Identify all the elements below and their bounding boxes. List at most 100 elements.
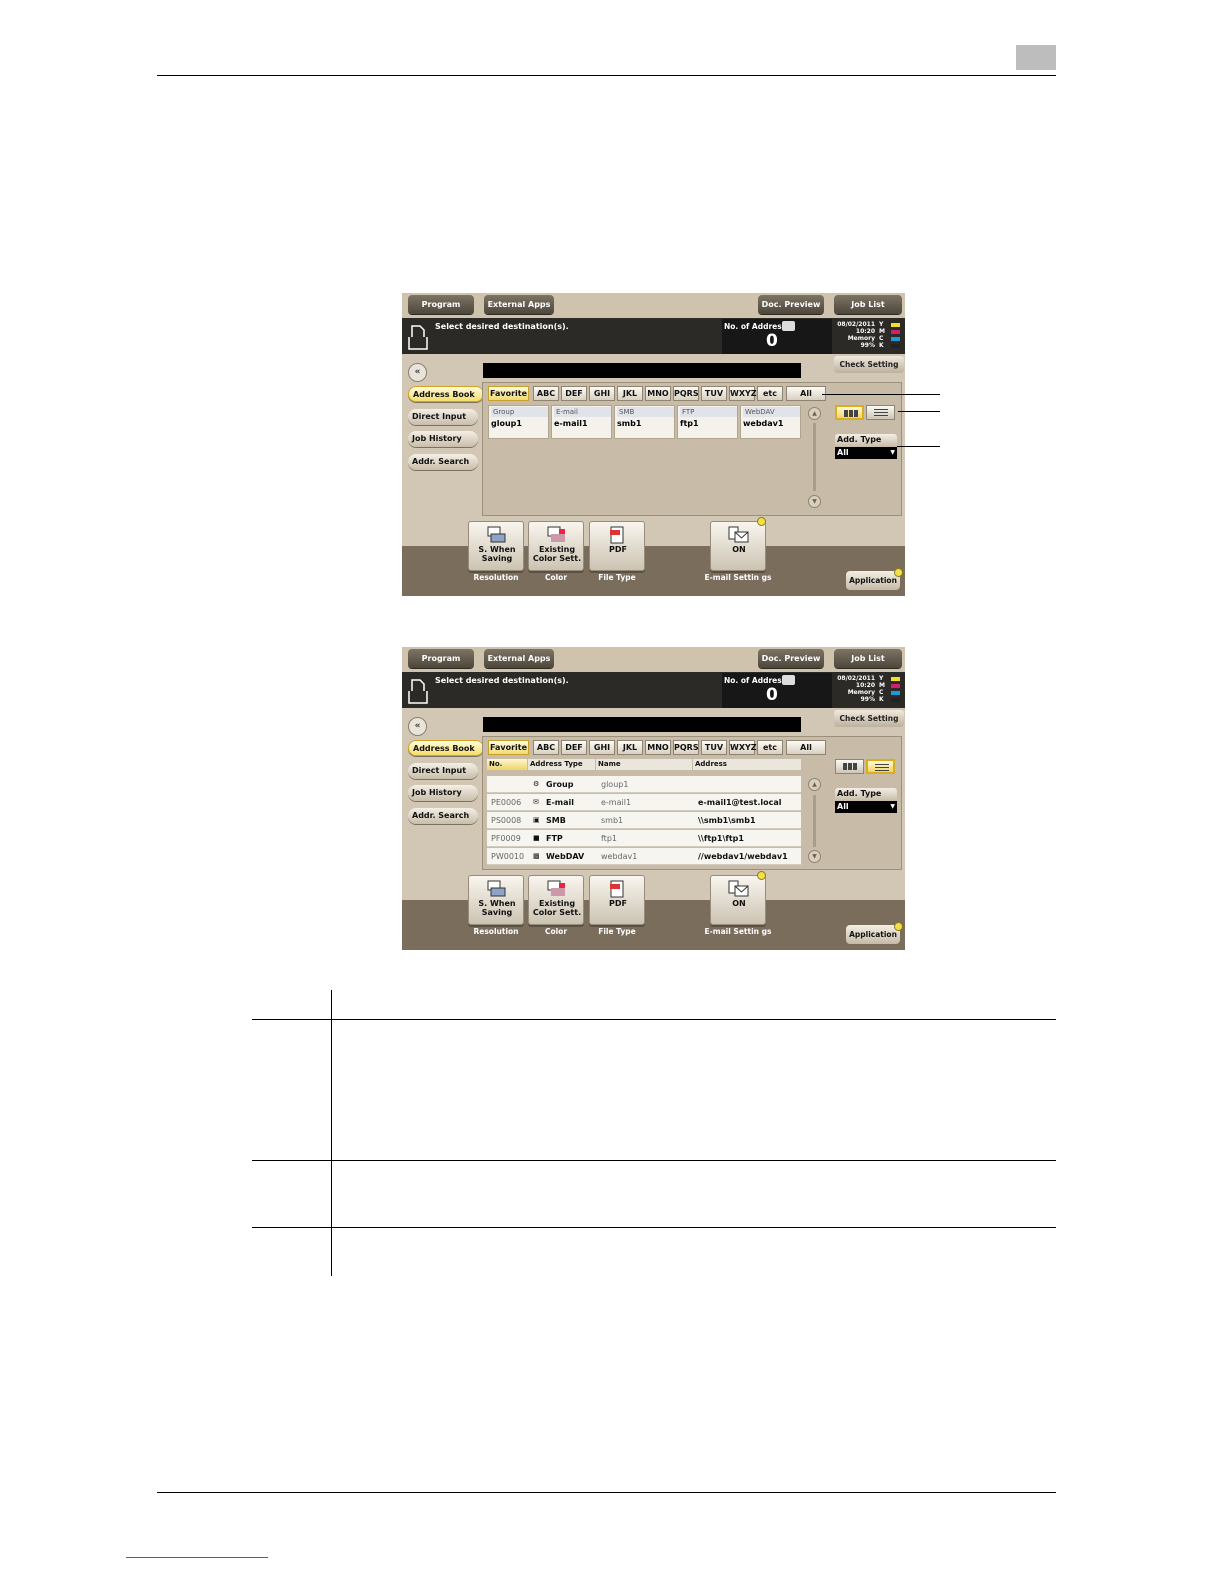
row-type: E-mail [546,798,575,807]
email-settings-button[interactable]: ON [710,875,766,925]
index-tab-all[interactable]: All [786,386,826,401]
resolution-button[interactable]: S. When Saving [468,875,524,925]
doc-preview-button[interactable]: Doc. Preview [758,649,824,668]
row-type: Group [546,780,574,789]
table-row[interactable]: PF0009 ■ FTP ftp1 \\ftp1\ftp1 [487,830,801,847]
scroll-down-icon[interactable]: ▼ [808,495,821,508]
file-type-button[interactable]: PDF [589,521,645,571]
back-icon[interactable]: « [408,363,427,382]
list-view-button[interactable] [866,759,895,774]
destination-card[interactable]: E-mail e-mail1 [551,405,612,439]
color-button[interactable]: Existing Color Sett. [528,875,584,925]
list-view-button[interactable] [866,405,895,420]
index-tab-wxyz[interactable]: WXYZ [729,740,757,755]
index-tab-jkl[interactable]: JKL [617,740,643,755]
scrollbar[interactable] [813,795,816,847]
tab-job-history[interactable]: Job History [408,785,478,801]
table-row[interactable]: PS0008 ▣ SMB smb1 \\smb1\smb1 [487,812,801,829]
destination-card[interactable]: SMB smb1 [614,405,675,439]
email-icon [728,526,749,543]
table-row[interactable]: ⚙ Group gloup1 [487,776,801,793]
index-tab-jkl[interactable]: JKL [617,386,643,401]
list-header-name[interactable]: Name [596,759,692,770]
envelope-icon: ✉ [533,798,539,806]
index-tab-tuv[interactable]: TUV [701,740,727,755]
index-tab-mno[interactable]: MNO [645,386,671,401]
email-settings-label: E-mail Settin gs [704,573,772,582]
search-input[interactable] [483,717,801,732]
tab-direct-input[interactable]: Direct Input [408,409,478,425]
job-list-button[interactable]: Job List [834,295,902,314]
top-bar: Program External Apps Doc. Preview Job L… [402,293,905,318]
file-type-value: PDF [609,899,627,908]
application-button[interactable]: Application [846,571,900,590]
status-time: 10:20 [855,328,875,335]
color-button[interactable]: Existing Color Sett. [528,521,584,571]
pdf-file-icon [610,880,624,898]
email-settings-button[interactable]: ON [710,521,766,571]
search-input[interactable] [483,363,801,378]
file-type-label: File Type [598,927,636,936]
thumbnail-view-button[interactable] [835,759,864,774]
tab-direct-input[interactable]: Direct Input [408,763,478,779]
index-tab-mno[interactable]: MNO [645,740,671,755]
external-apps-button[interactable]: External Apps [484,649,554,668]
program-button[interactable]: Program [408,295,474,314]
doc-preview-button[interactable]: Doc. Preview [758,295,824,314]
scroll-down-icon[interactable]: ▼ [808,850,821,863]
index-tab-abc[interactable]: ABC [533,740,559,755]
index-tab-pqrs[interactable]: PQRS [673,386,699,401]
index-tab-tuv[interactable]: TUV [701,386,727,401]
grid-icon [843,763,857,770]
job-list-button[interactable]: Job List [834,649,902,668]
tab-address-book[interactable]: Address Book [408,386,484,402]
add-type-value: All [837,448,849,457]
tab-addr-search[interactable]: Addr. Search [408,808,478,824]
add-type-select[interactable]: All ▼ [835,447,897,459]
index-tab-def[interactable]: DEF [561,386,587,401]
destination-card[interactable]: WebDAV webdav1 [740,405,801,439]
check-setting-button[interactable]: Check Setting [834,710,904,727]
file-type-value: PDF [609,545,627,554]
index-tab-wxyz[interactable]: WXYZ [729,386,757,401]
add-type-select[interactable]: All ▼ [835,801,897,813]
index-tab-etc[interactable]: etc [757,386,783,401]
index-tab-ghi[interactable]: GHI [589,386,615,401]
table-row[interactable]: PW0010 ▩ WebDAV webdav1 //webdav1/webdav… [487,848,801,865]
toner-k-bar [891,698,900,702]
tab-addr-search[interactable]: Addr. Search [408,454,478,470]
destination-card[interactable]: Group gloup1 [488,405,549,439]
color-value: Existing Color Sett. [532,899,582,917]
destination-card[interactable]: FTP ftp1 [677,405,738,439]
external-apps-button[interactable]: External Apps [484,295,554,314]
index-tab-etc[interactable]: etc [757,740,783,755]
thumbnail-view-button[interactable] [835,405,864,420]
scrollbar[interactable] [813,423,816,491]
index-tab-pqrs[interactable]: PQRS [673,740,699,755]
index-tab-abc[interactable]: ABC [533,386,559,401]
back-icon[interactable]: « [408,717,427,736]
program-button[interactable]: Program [408,649,474,668]
table-row[interactable]: PE0006 ✉ E-mail e-mail1 e-mail1@test.loc… [487,794,801,811]
toner-y-bar [891,323,900,327]
scroll-up-icon[interactable]: ▲ [808,778,821,791]
row-name: smb1 [601,816,624,825]
color-label: Color [544,927,568,936]
list-header-no[interactable]: No. [487,759,527,770]
index-tab-all[interactable]: All [786,740,826,755]
file-type-button[interactable]: PDF [589,875,645,925]
list-header-address-type[interactable]: Address Type [528,759,595,770]
index-tab-favorite[interactable]: Favorite [488,386,529,401]
application-button[interactable]: Application [846,925,900,944]
resolution-button[interactable]: S. When Saving [468,521,524,571]
index-tab-favorite[interactable]: Favorite [488,740,529,755]
tab-address-book[interactable]: Address Book [408,740,484,756]
check-setting-button[interactable]: Check Setting [834,356,904,373]
index-tab-ghi[interactable]: GHI [589,740,615,755]
tab-job-history[interactable]: Job History [408,431,478,447]
index-tab-def[interactable]: DEF [561,740,587,755]
address-book-icon [782,675,795,685]
scroll-up-icon[interactable]: ▲ [808,407,821,420]
footer-link-underline[interactable] [126,1557,268,1558]
page-number-badge [1016,45,1056,70]
